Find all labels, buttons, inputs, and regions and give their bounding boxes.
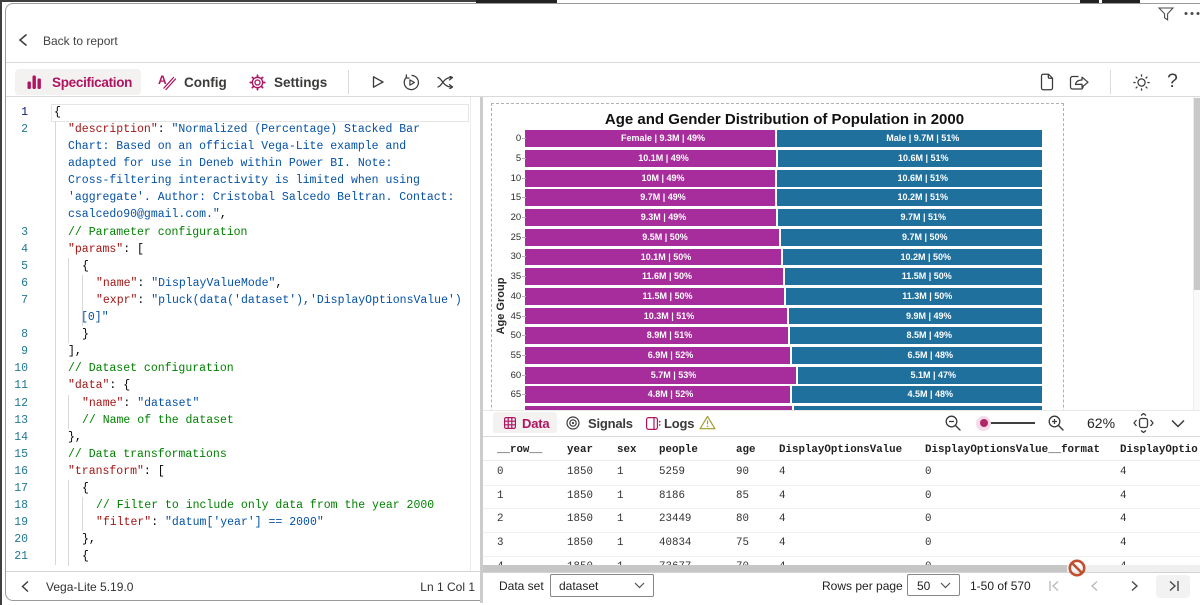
svg-text:A: A: [158, 73, 167, 87]
